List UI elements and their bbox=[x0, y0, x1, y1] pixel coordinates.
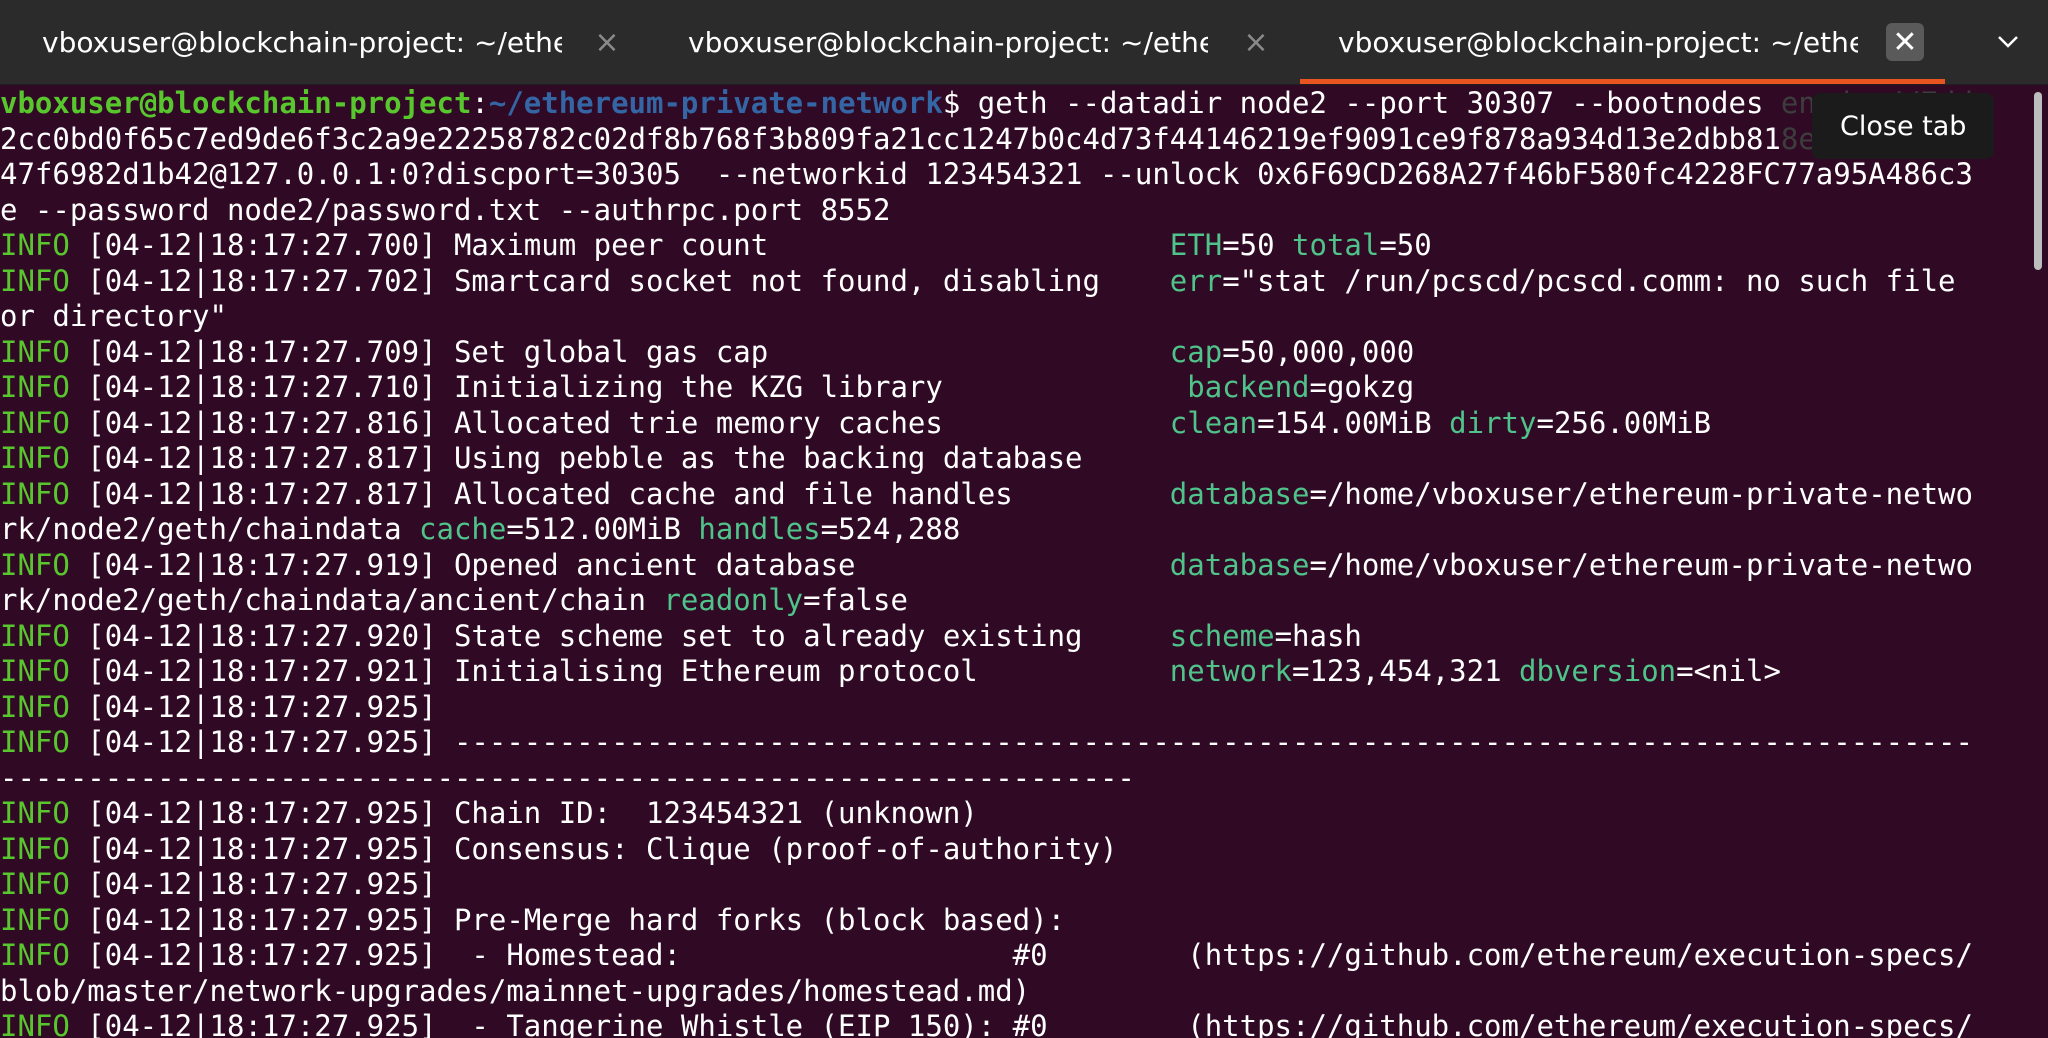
log-line: INFO [04-12|18:17:27.925] Chain ID: 1234… bbox=[0, 796, 978, 830]
log-line: or directory" bbox=[0, 299, 227, 333]
log-line: INFO [04-12|18:17:27.925] bbox=[0, 867, 437, 901]
log-line: INFO [04-12|18:17:27.709] Set global gas… bbox=[0, 334, 1415, 369]
close-tab-tooltip: Close tab bbox=[1812, 93, 1995, 159]
log-line: INFO [04-12|18:17:27.920] State scheme s… bbox=[0, 618, 1362, 653]
scrollbar-thumb[interactable] bbox=[2034, 92, 2042, 270]
command-line: 2cc0bd0f65c7ed9de6f3c2a9e22258782c02df8b… bbox=[0, 121, 1973, 156]
log-line: rk/node2/geth/chaindata cache=512.00MiB … bbox=[0, 512, 961, 546]
command-line: 47f6982d1b42@127.0.0.1:0?discport=30305 … bbox=[0, 157, 1973, 191]
log-line: INFO [04-12|18:17:27.817] Allocated cach… bbox=[0, 476, 1973, 511]
tab-3-active[interactable]: vboxuser@blockchain-project: ~/ethe… ✕ bbox=[1300, 0, 1945, 84]
tab-title: vboxuser@blockchain-project: ~/ethe… bbox=[688, 25, 1208, 59]
close-icon[interactable]: × bbox=[588, 23, 626, 61]
tab-2[interactable]: vboxuser@blockchain-project: ~/ethe… × bbox=[650, 0, 1300, 84]
active-tab-indicator bbox=[1300, 79, 1945, 84]
tabs-menu-chevron-down-icon[interactable] bbox=[1988, 22, 2028, 62]
tab-title: vboxuser@blockchain-project: ~/ethe… bbox=[1338, 25, 1858, 59]
log-line: INFO [04-12|18:17:27.710] Initializing t… bbox=[0, 370, 1415, 404]
log-line: blob/master/network-upgrades/mainnet-upg… bbox=[0, 973, 1031, 1008]
log-line: INFO [04-12|18:17:27.700] Maximum peer c… bbox=[0, 228, 1432, 262]
log-line: INFO [04-12|18:17:27.702] Smartcard sock… bbox=[0, 263, 1956, 298]
log-line: INFO [04-12|18:17:27.921] Initialising E… bbox=[0, 654, 1781, 688]
prompt-line: vboxuser@blockchain-project:~/ethereum-p… bbox=[0, 86, 1973, 120]
log-line: INFO [04-12|18:17:27.925] Consensus: Cli… bbox=[0, 831, 1118, 866]
log-line: INFO [04-12|18:17:27.925] bbox=[0, 689, 437, 724]
log-line: INFO [04-12|18:17:27.925] - Tangerine Wh… bbox=[0, 1009, 1973, 1038]
tab-1[interactable]: vboxuser@blockchain-project: ~/ethe… × bbox=[0, 0, 650, 84]
tab-title: vboxuser@blockchain-project: ~/ethe… bbox=[42, 25, 562, 59]
tab-bar: vboxuser@blockchain-project: ~/ethe… × v… bbox=[0, 0, 2048, 85]
log-line: rk/node2/geth/chaindata/ancient/chain re… bbox=[0, 583, 908, 617]
log-line: INFO [04-12|18:17:27.816] Allocated trie… bbox=[0, 405, 1712, 440]
terminal-output[interactable]: vboxuser@blockchain-project:~/ethereum-p… bbox=[0, 86, 2028, 1038]
close-tab-button[interactable]: ✕ bbox=[1886, 23, 1924, 61]
close-icon[interactable]: × bbox=[1237, 23, 1275, 61]
log-line: INFO [04-12|18:17:27.925] Pre-Merge hard… bbox=[0, 902, 1066, 937]
command-line: e --password node2/password.txt --authrp… bbox=[0, 192, 891, 227]
log-line: ----------------------------------------… bbox=[0, 760, 1135, 795]
terminal-window: vboxuser@blockchain-project: ~/ethe… × v… bbox=[0, 0, 2048, 1038]
log-line: INFO [04-12|18:17:27.817] Using pebble a… bbox=[0, 441, 1083, 475]
log-line: INFO [04-12|18:17:27.925] - Homestead: #… bbox=[0, 938, 1973, 972]
log-line: INFO [04-12|18:17:27.925] --------------… bbox=[0, 725, 1973, 759]
log-line: INFO [04-12|18:17:27.919] Opened ancient… bbox=[0, 547, 1973, 582]
